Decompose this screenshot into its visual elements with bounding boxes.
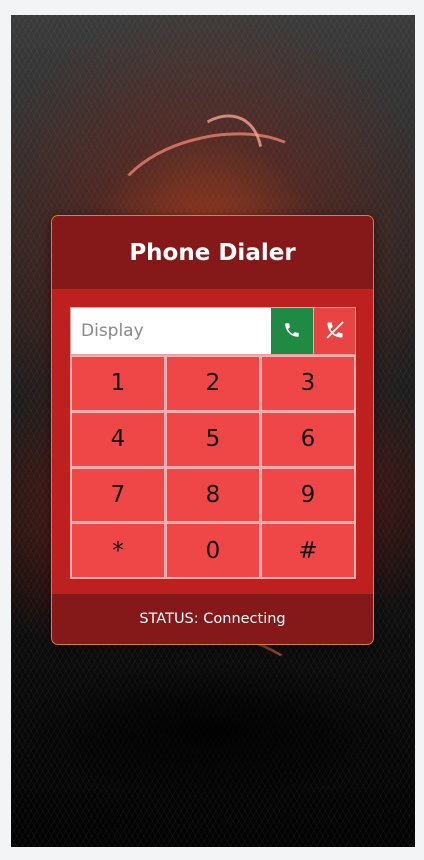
keypad: 1 2 3 4 5 6 7 8 9 * 0 # bbox=[70, 355, 356, 579]
key-4[interactable]: 4 bbox=[71, 411, 165, 467]
phone-icon bbox=[283, 321, 301, 342]
hangup-button[interactable] bbox=[313, 308, 355, 354]
key-9[interactable]: 9 bbox=[261, 467, 355, 523]
background-image: Phone Dialer 1 bbox=[11, 15, 415, 847]
key-0[interactable]: 0 bbox=[166, 523, 260, 578]
phone-hangup-icon bbox=[325, 320, 345, 343]
key-6[interactable]: 6 bbox=[261, 411, 355, 467]
key-8[interactable]: 8 bbox=[166, 467, 260, 523]
call-button[interactable] bbox=[271, 308, 313, 354]
dialer-card: Phone Dialer 1 bbox=[51, 215, 374, 645]
display-input[interactable] bbox=[71, 308, 271, 354]
status-text: STATUS: Connecting bbox=[139, 611, 286, 627]
page-title: Phone Dialer bbox=[129, 239, 296, 266]
key-1[interactable]: 1 bbox=[71, 356, 165, 411]
key-3[interactable]: 3 bbox=[261, 356, 355, 411]
dialer-header: Phone Dialer bbox=[52, 216, 373, 289]
key-hash[interactable]: # bbox=[261, 523, 355, 578]
key-2[interactable]: 2 bbox=[166, 356, 260, 411]
key-7[interactable]: 7 bbox=[71, 467, 165, 523]
display-row bbox=[70, 307, 356, 355]
key-5[interactable]: 5 bbox=[166, 411, 260, 467]
status-bar: STATUS: Connecting bbox=[52, 594, 373, 644]
key-star[interactable]: * bbox=[71, 523, 165, 578]
